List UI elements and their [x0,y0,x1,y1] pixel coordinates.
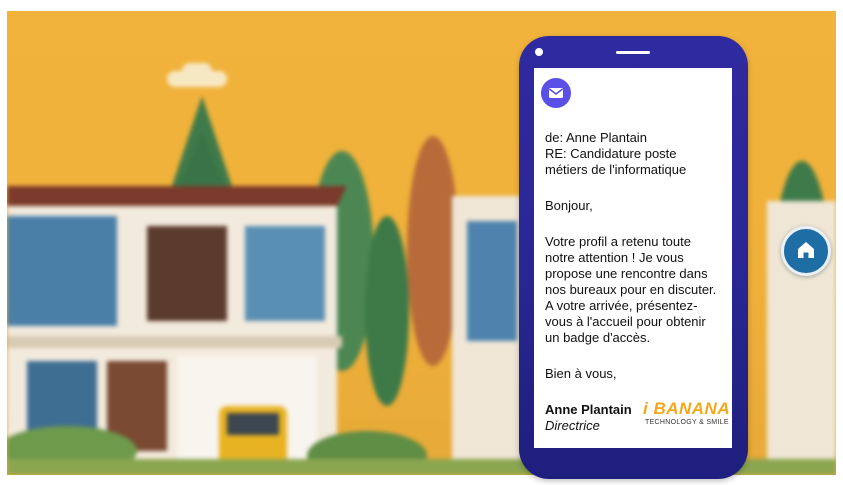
home-icon [798,242,814,258]
signature-role: Directrice [545,418,600,433]
email-body-line: Votre profil a retenu toute [545,234,691,249]
email-body-line: nos bureaux pour en discuter. [545,282,717,297]
email-greeting: Bonjour, [545,198,593,213]
home-button[interactable] [781,226,831,276]
email-body-line: vous à l'accueil pour obtenir [545,314,706,329]
email-subject-line-1: RE: Candidature poste [545,146,677,161]
email-screen: de: Anne Plantain RE: Candidature poste … [534,68,732,448]
phone-speaker [616,51,650,54]
email-subject-line-2: métiers de l'informatique [545,162,687,177]
email-from: de: Anne Plantain [545,130,647,145]
signature-name: Anne Plantain [545,402,632,417]
email-closing: Bien à vous, [545,366,617,381]
phone-device: de: Anne Plantain RE: Candidature poste … [519,36,748,479]
email-body-line: propose une rencontre dans [545,266,708,281]
phone-camera [535,48,543,56]
company-tagline: TECHNOLOGY & SMILE [645,419,729,426]
company-logo: i BANANA [643,399,731,418]
envelope-icon [541,78,571,108]
email-body-line: A votre arrivée, présentez- [545,298,698,313]
email-body-line: un badge d'accès. [545,330,651,345]
email-body-line: notre attention ! Je vous [545,250,684,265]
